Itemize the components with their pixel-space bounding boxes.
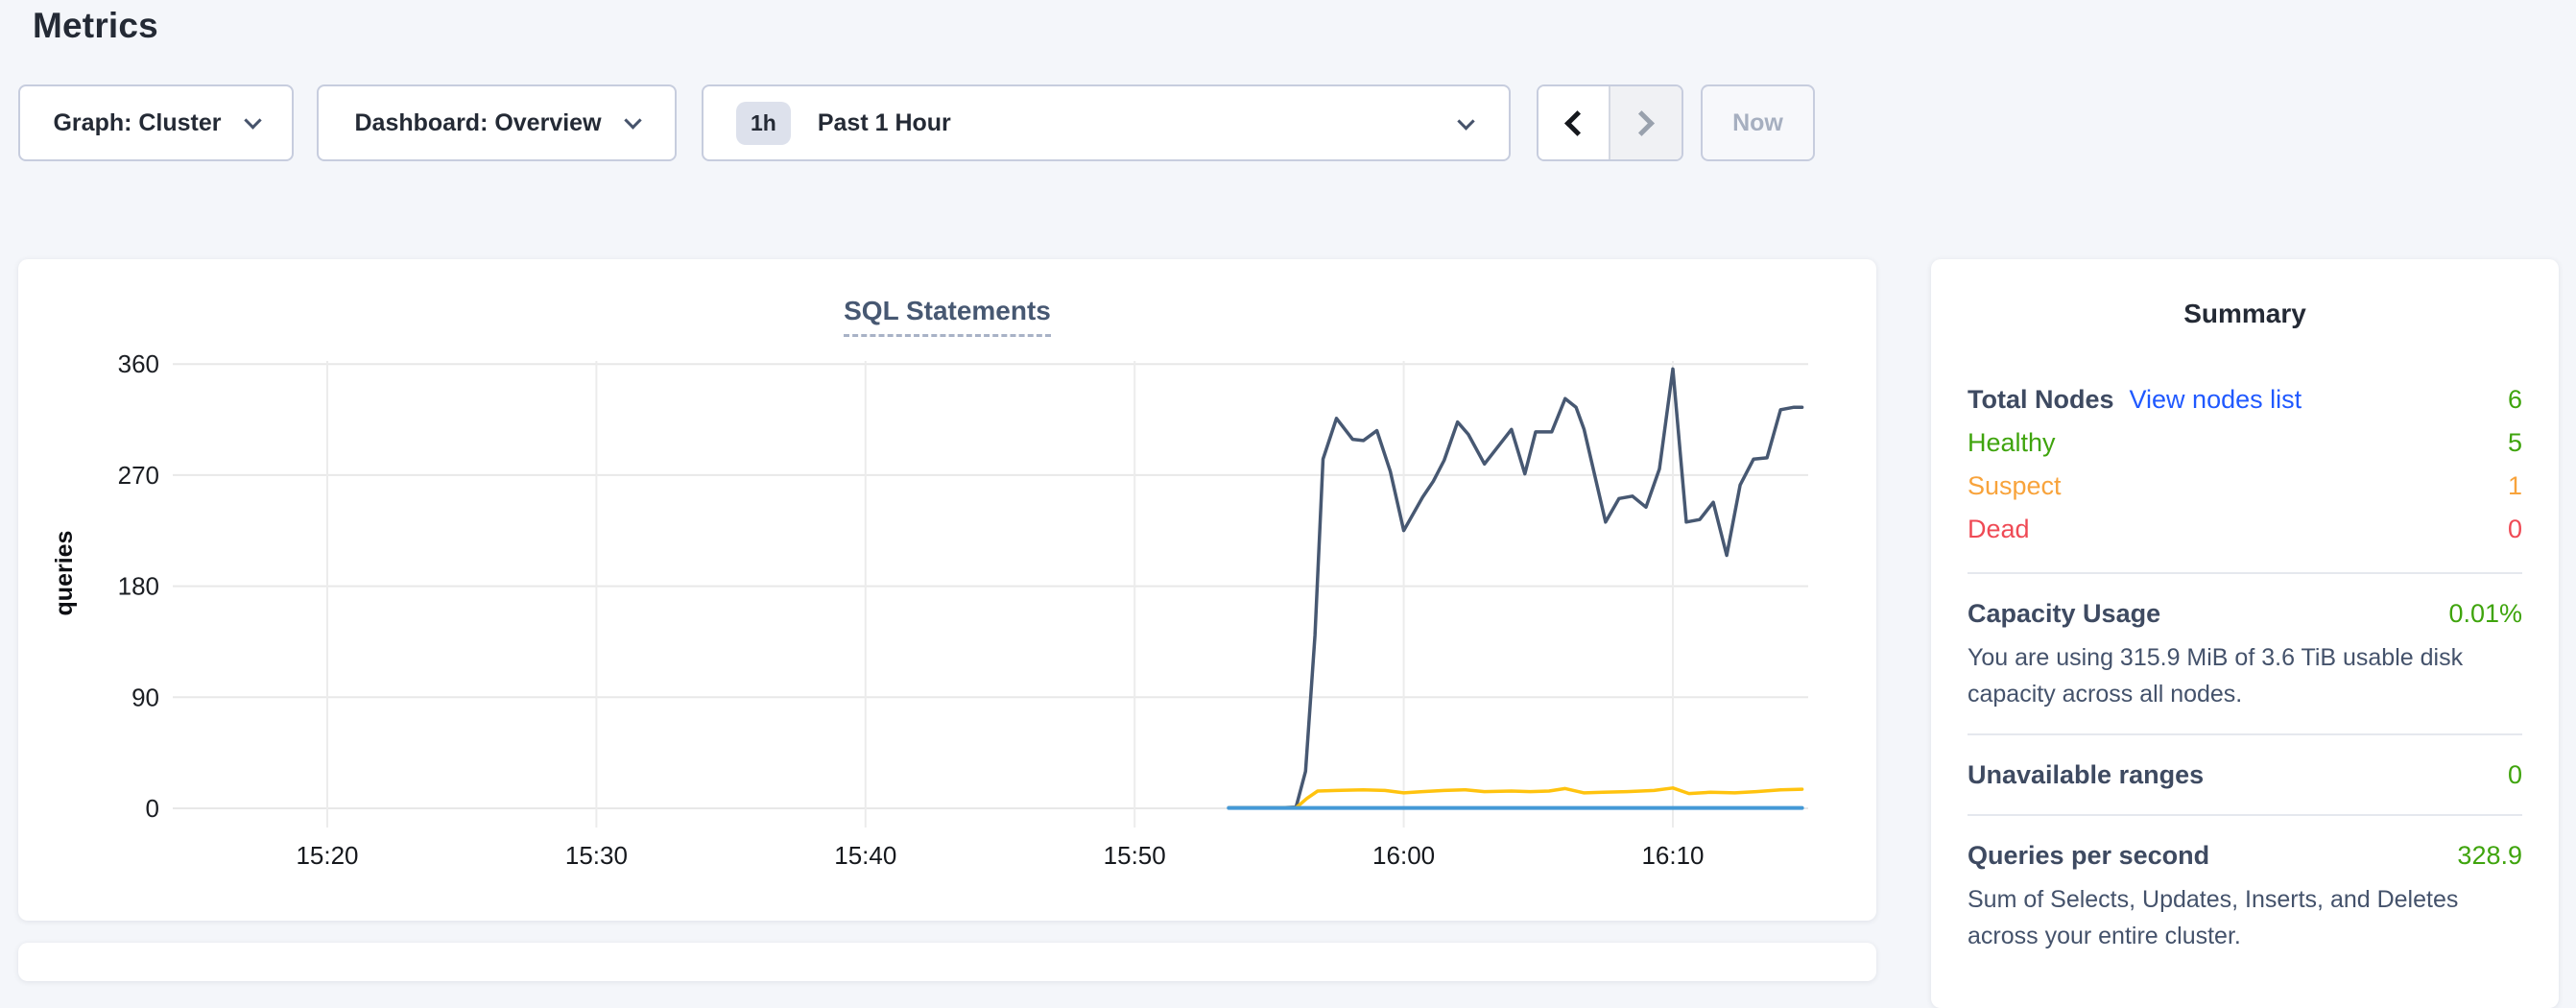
dashboard-dropdown-label: Dashboard: Overview [354,109,601,137]
svg-text:16:10: 16:10 [1641,841,1704,870]
view-nodes-list-link[interactable]: View nodes list [2130,385,2302,415]
chevron-left-icon [1564,110,1590,136]
svg-text:15:20: 15:20 [296,841,358,870]
queries-per-second-section: Queries per second 328.9 Sum of Selects,… [1968,837,2522,954]
svg-text:360: 360 [118,349,159,378]
chevron-down-icon [244,111,261,129]
now-button[interactable]: Now [1701,84,1815,161]
capacity-usage-value: 0.01% [2448,595,2522,632]
svg-text:270: 270 [118,461,159,490]
unavailable-ranges-label: Unavailable ranges [1968,756,2204,793]
healthy-value: 5 [2508,428,2522,458]
svg-text:0: 0 [146,794,159,823]
series-yellow [1228,788,1801,808]
svg-text:90: 90 [131,683,159,711]
node-status-rows: Total Nodes View nodes list 6 Healthy 5 … [1968,378,2522,551]
graph-dropdown-label: Graph: Cluster [53,109,221,137]
svg-text:16:00: 16:00 [1372,841,1435,870]
summary-panel: Summary Total Nodes View nodes list 6 He… [1931,259,2559,1008]
dead-nodes-row: Dead 0 [1968,508,2522,551]
dead-value: 0 [2508,515,2522,544]
divider [1968,733,2522,735]
svg-text:15:30: 15:30 [565,841,628,870]
total-nodes-value: 6 [2508,385,2522,415]
graph-dropdown[interactable]: Graph: Cluster [18,84,294,161]
svg-text:180: 180 [118,572,159,601]
capacity-usage-label: Capacity Usage [1968,595,2160,632]
suspect-nodes-row: Suspect 1 [1968,465,2522,508]
suspect-value: 1 [2508,471,2522,501]
dead-label: Dead [1968,515,2030,544]
time-window-pager [1537,84,1683,161]
unavailable-ranges-section: Unavailable ranges 0 [1968,756,2522,793]
divider [1968,814,2522,816]
next-chart-card-edge [18,943,1876,981]
capacity-usage-description: You are using 315.9 MiB of 3.6 TiB usabl… [1968,639,2522,712]
dashboard-dropdown[interactable]: Dashboard: Overview [317,84,677,161]
time-range-badge: 1h [736,102,791,145]
now-button-label: Now [1732,109,1783,137]
prev-time-window-button[interactable] [1538,86,1610,159]
suspect-label: Suspect [1968,471,2062,501]
svg-text:15:40: 15:40 [834,841,896,870]
healthy-nodes-row: Healthy 5 [1968,421,2522,465]
svg-text:15:50: 15:50 [1104,841,1166,870]
queries-per-second-value: 328.9 [2457,837,2522,874]
unavailable-ranges-value: 0 [2508,756,2522,793]
y-axis-label: queries [51,531,78,616]
capacity-usage-section: Capacity Usage 0.01% You are using 315.9… [1968,595,2522,712]
healthy-label: Healthy [1968,428,2056,458]
time-range-label: Past 1 Hour [818,109,951,137]
total-nodes-row: Total Nodes View nodes list 6 [1968,378,2522,421]
queries-per-second-label: Queries per second [1968,837,2209,874]
page-title: Metrics [33,6,158,46]
summary-title: Summary [1968,298,2522,330]
sql-statements-chart-card: SQL Statements 09018027036015:2015:3015:… [18,259,1876,921]
sql-statements-chart[interactable]: 0 90 180 270 360 15:20 15:30 15:40 15:50 16:00 16:… [18,259,1876,921]
total-nodes-label: Total Nodes [1968,385,2114,415]
divider [1968,572,2522,574]
next-time-window-button-disabled[interactable] [1610,86,1682,159]
chevron-right-icon [1629,110,1655,136]
chevron-down-icon [624,111,641,129]
series-dark-slate [1228,369,1801,807]
metrics-page: { "page": { "title": "Metrics" }, "toolb… [0,0,2576,950]
queries-per-second-description: Sum of Selects, Updates, Inserts, and De… [1968,881,2522,954]
chevron-down-icon [1457,112,1474,130]
time-range-selector[interactable]: 1h Past 1 Hour [702,84,1511,161]
